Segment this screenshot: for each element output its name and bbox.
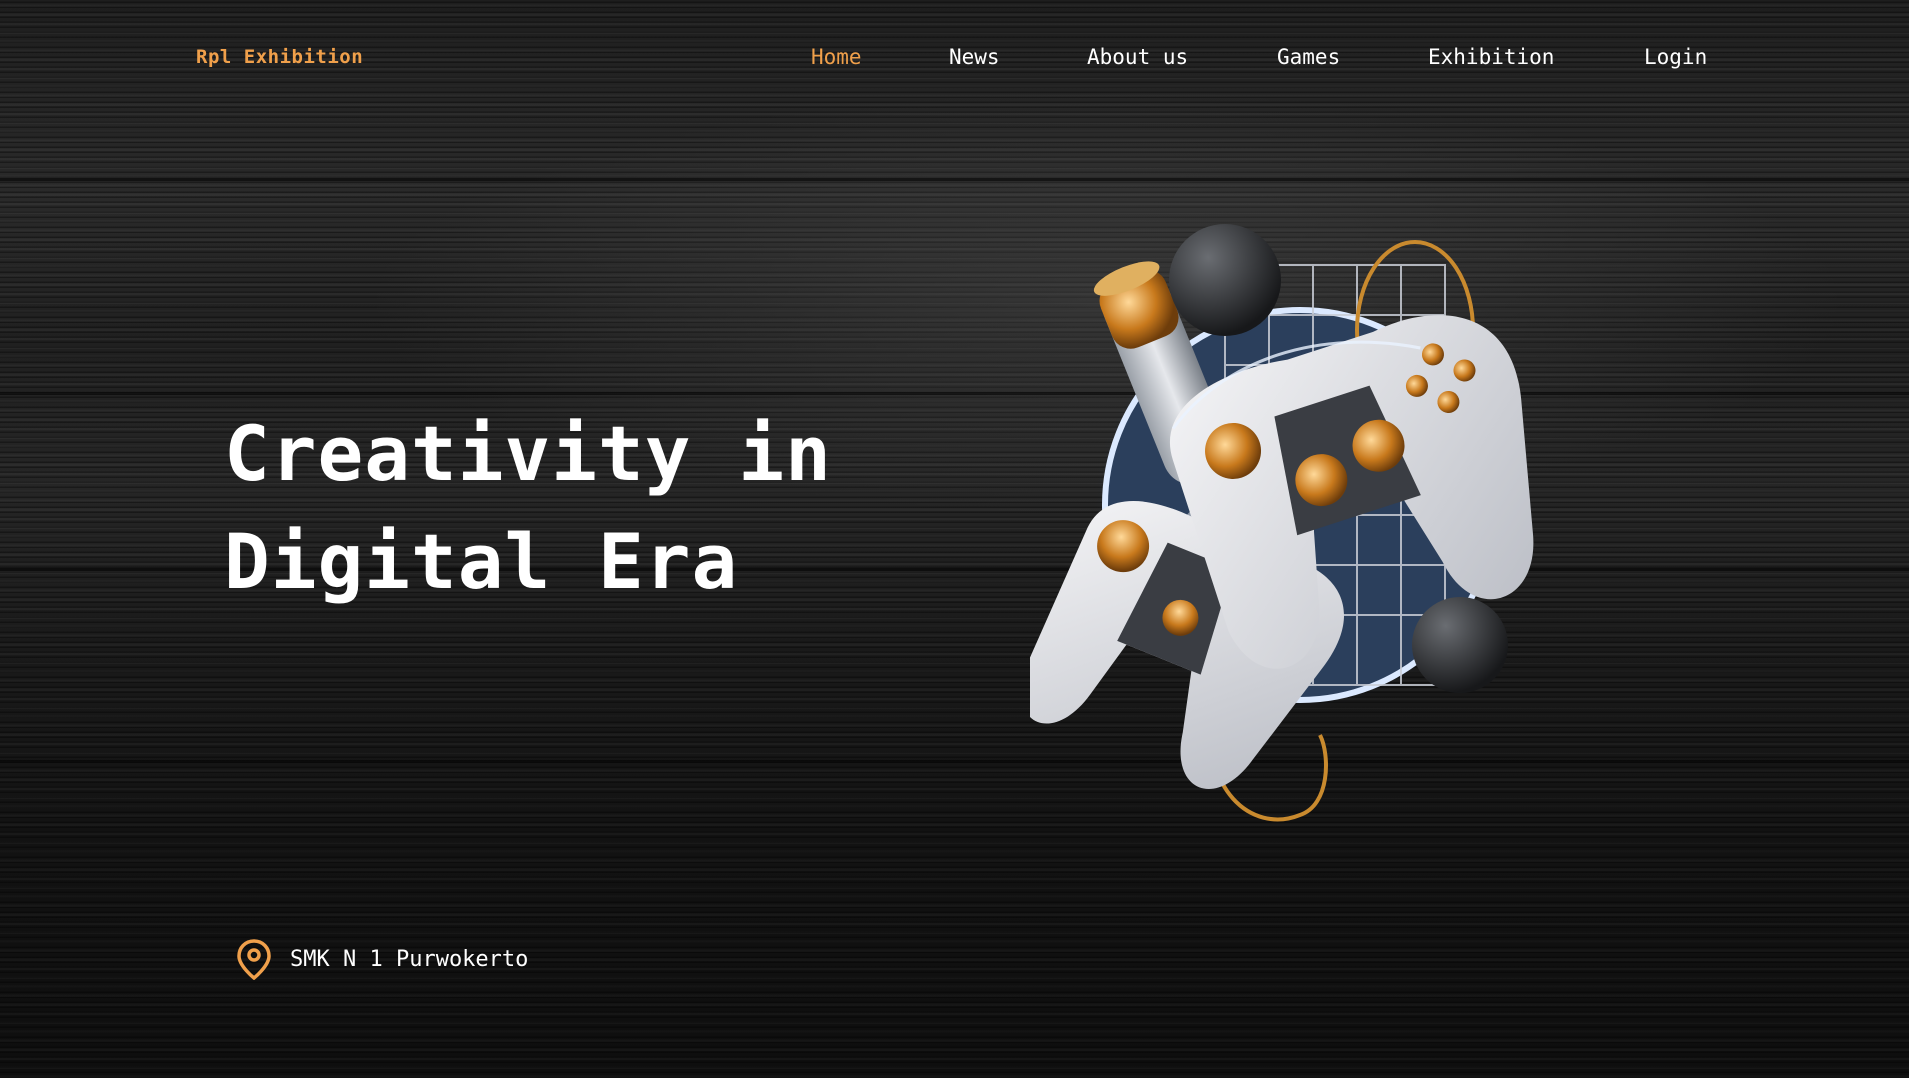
location-text: SMK N 1 Purwokerto <box>290 946 529 972</box>
map-pin-icon <box>237 939 271 980</box>
location: SMK N 1 Purwokerto <box>236 938 528 980</box>
nav-news[interactable]: News <box>949 45 1000 69</box>
hero-title-line-1: Creativity in <box>224 409 832 498</box>
hero-title-line-2: Digital Era <box>224 517 739 606</box>
hero-title: Creativity in Digital Era <box>224 400 832 616</box>
nav-login[interactable]: Login <box>1644 45 1707 69</box>
site-header: Rpl Exhibition Home News About us Games … <box>0 0 1909 120</box>
nav-games[interactable]: Games <box>1277 45 1340 69</box>
game-controllers-illustration <box>1030 224 1534 822</box>
nav-home[interactable]: Home <box>811 45 862 69</box>
site-logo[interactable]: Rpl Exhibition <box>196 46 363 68</box>
nav-exhibition[interactable]: Exhibition <box>1428 45 1554 69</box>
nav-about-us[interactable]: About us <box>1087 45 1188 69</box>
